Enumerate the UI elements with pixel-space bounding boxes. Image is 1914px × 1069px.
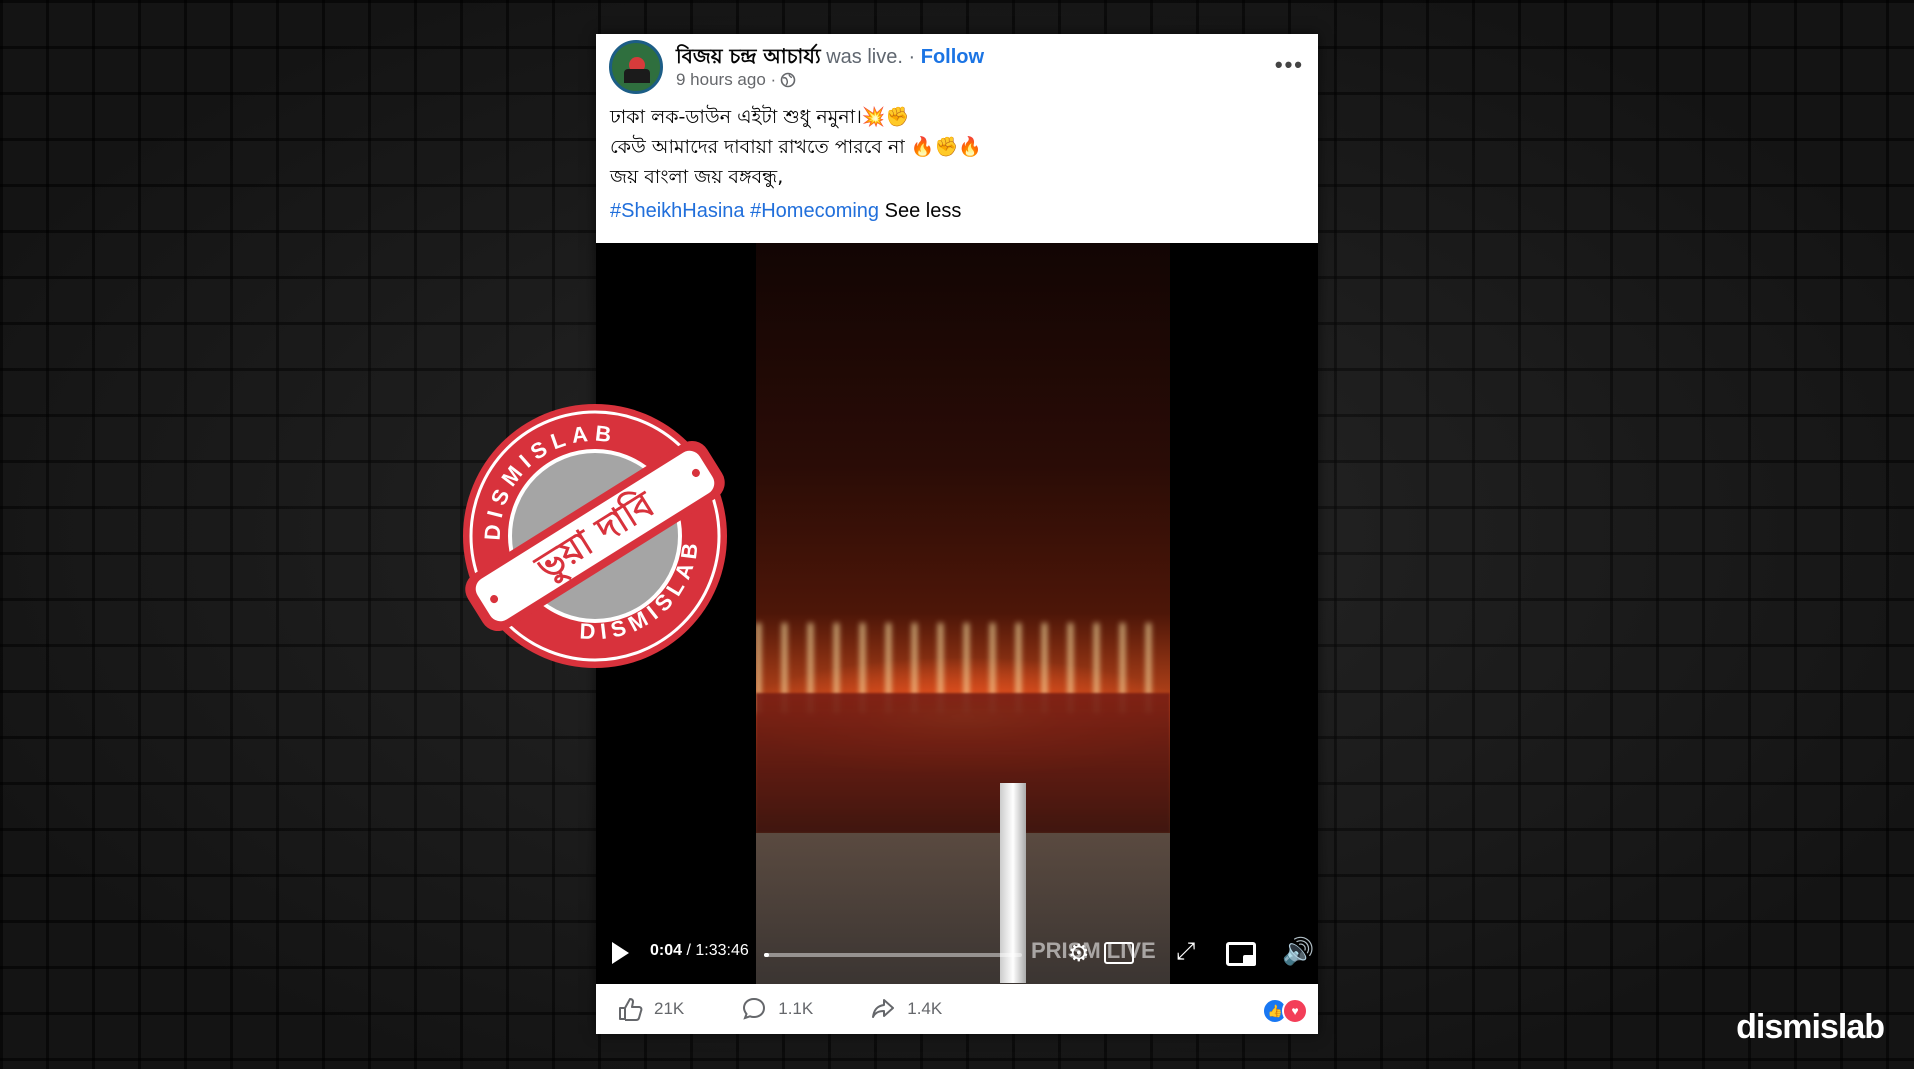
author-name[interactable]: বিজয় চন্দ্র আচার্য্য: [676, 44, 821, 68]
post-header: বিজয় চন্দ্র আচার্য্য was live. · Follow…: [596, 34, 1318, 102]
total-time: 1:33:46: [695, 942, 749, 959]
live-icon[interactable]: [1104, 942, 1134, 964]
comment-icon: [743, 997, 766, 1020]
dismislab-logo: dismislab: [1736, 1008, 1885, 1046]
pip-icon[interactable]: [1226, 942, 1256, 966]
progress-fill: [764, 953, 770, 957]
share-icon: [872, 999, 895, 1018]
see-less-link[interactable]: See less: [885, 200, 962, 222]
timestamp[interactable]: 9 hours ago ·: [676, 70, 776, 90]
globe-icon: [780, 72, 796, 88]
live-status: was live.: [826, 46, 903, 68]
post-meta: 9 hours ago ·: [676, 70, 796, 90]
fullscreen-icon[interactable]: ⤢: [1176, 938, 1195, 966]
avatar[interactable]: [609, 40, 663, 94]
play-icon[interactable]: [612, 942, 629, 964]
settings-icon[interactable]: ⚙: [1068, 939, 1090, 968]
post-text-line: জয় বাংলা জয় বঙ্গবন্ধু,: [610, 166, 784, 188]
current-time: 0:04: [650, 942, 683, 959]
share-count: 1.4K: [907, 999, 943, 1018]
like-count: 21K: [654, 999, 685, 1018]
hashtag-link[interactable]: #SheikhHasina: [610, 200, 745, 222]
video-watermark: PRISM LIVE: [1031, 938, 1156, 963]
volume-icon[interactable]: 🔊: [1282, 936, 1314, 967]
comment-button[interactable]: 1.1K: [740, 995, 813, 1023]
like-icon: [619, 998, 643, 1021]
separator: ·: [908, 46, 916, 68]
progress-bar[interactable]: [764, 953, 1022, 957]
share-button[interactable]: 1.4K: [869, 995, 942, 1023]
post-text-line: ঢাকা লক-ডাউন এইটা শুধু নমুনা।💥✊: [610, 106, 910, 128]
post-actions: 21K 1.1K 1.4K 👍 ♥: [596, 984, 1318, 1034]
video-controls: 0:04 / 1:33:46 PRISM LIVE ⚙ ⤢ 🔊: [596, 920, 1318, 984]
post-text-line: কেউ আমাদের দাবায়া রাখতে পারবে না 🔥✊🔥: [610, 136, 982, 158]
fake-claim-stamp: DISMISLAB DISMISLAB ভুয়া দাবি: [460, 401, 727, 671]
video-time: 0:04 / 1:33:46: [650, 942, 749, 960]
crowd: [756, 693, 1170, 833]
comment-count: 1.1K: [778, 999, 814, 1018]
love-reaction-icon: ♥: [1282, 998, 1308, 1024]
avatar-figure-shape: [624, 69, 650, 83]
hashtag-link[interactable]: #Homecoming: [750, 200, 879, 222]
reaction-icons[interactable]: 👍 ♥: [1262, 998, 1308, 1024]
video-frame[interactable]: [756, 243, 1170, 984]
hashtags: #SheikhHasina #Homecoming See less: [596, 192, 1318, 224]
more-options-icon[interactable]: •••: [1275, 52, 1304, 78]
post-text: ঢাকা লক-ডাউন এইটা শুধু নমুনা।💥✊ কেউ আমাদ…: [596, 102, 1318, 192]
follow-button[interactable]: Follow: [921, 46, 984, 68]
like-button[interactable]: 21K: [616, 995, 684, 1023]
